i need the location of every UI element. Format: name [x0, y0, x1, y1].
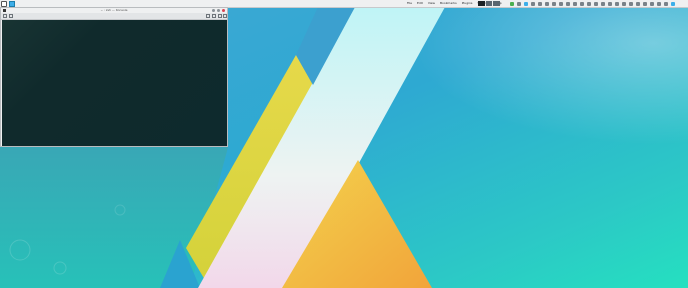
copy-icon[interactable] — [206, 14, 210, 18]
hamburger-menu-icon[interactable] — [223, 14, 227, 18]
show-desktop-icon[interactable] — [664, 1, 668, 6]
volume-icon[interactable] — [538, 1, 542, 6]
terminal-window: ~ : zsh — Konsole — [0, 7, 228, 147]
battery-icon[interactable] — [552, 1, 556, 6]
panel-left-section — [1, 0, 15, 7]
system-tray — [510, 1, 675, 6]
tray-expand-icon[interactable] — [594, 1, 598, 6]
terminal-toolbar — [1, 13, 227, 20]
menu-file[interactable]: File — [407, 0, 412, 7]
color-picker-icon[interactable] — [622, 1, 626, 6]
konsole-app-icon[interactable] — [3, 9, 6, 12]
maximize-icon[interactable] — [217, 9, 220, 12]
screen-locker-icon[interactable] — [657, 1, 661, 6]
vault-icon[interactable] — [601, 1, 605, 6]
new-tab-icon[interactable] — [3, 14, 7, 18]
display-icon[interactable] — [573, 1, 577, 6]
menu-bookmarks[interactable]: Bookmarks — [440, 0, 457, 7]
minimize-icon[interactable] — [212, 9, 215, 12]
network-icon[interactable] — [510, 1, 514, 6]
menu-edit[interactable]: Edit — [417, 0, 423, 7]
menu-plugins[interactable]: Plugins — [462, 0, 473, 7]
menu-view[interactable]: View — [428, 0, 435, 7]
virtual-desktop-pager — [478, 1, 501, 6]
media-player-icon[interactable] — [636, 1, 640, 6]
pager-desktop-2[interactable] — [485, 1, 493, 6]
paste-icon[interactable] — [212, 14, 216, 18]
user-switcher-icon[interactable] — [650, 1, 654, 6]
keyboard-layout-icon[interactable] — [566, 1, 570, 6]
power-icon[interactable] — [580, 1, 584, 6]
terminal-output-area[interactable] — [2, 20, 227, 146]
kdeconnect-icon[interactable] — [615, 1, 619, 6]
window-title: ~ : zsh — Konsole — [100, 8, 128, 12]
search-icon[interactable] — [643, 1, 647, 6]
pager-desktop-3[interactable] — [493, 1, 501, 6]
device-notifier-icon[interactable] — [559, 1, 563, 6]
updates-icon[interactable] — [524, 1, 528, 6]
pager-desktop-1[interactable] — [478, 1, 485, 6]
activity-icon[interactable] — [671, 1, 675, 6]
clipboard-icon[interactable] — [517, 1, 521, 6]
night-color-icon[interactable] — [629, 1, 633, 6]
close-icon[interactable] — [222, 9, 225, 12]
find-icon[interactable] — [218, 14, 222, 18]
printer-icon[interactable] — [608, 1, 612, 6]
bluetooth-icon[interactable] — [545, 1, 549, 6]
split-view-icon[interactable] — [9, 14, 13, 18]
weather-icon[interactable] — [587, 1, 591, 6]
konsole-task-icon[interactable] — [9, 0, 15, 7]
notifications-icon[interactable] — [531, 1, 535, 6]
application-launcher-icon[interactable] — [1, 0, 7, 7]
